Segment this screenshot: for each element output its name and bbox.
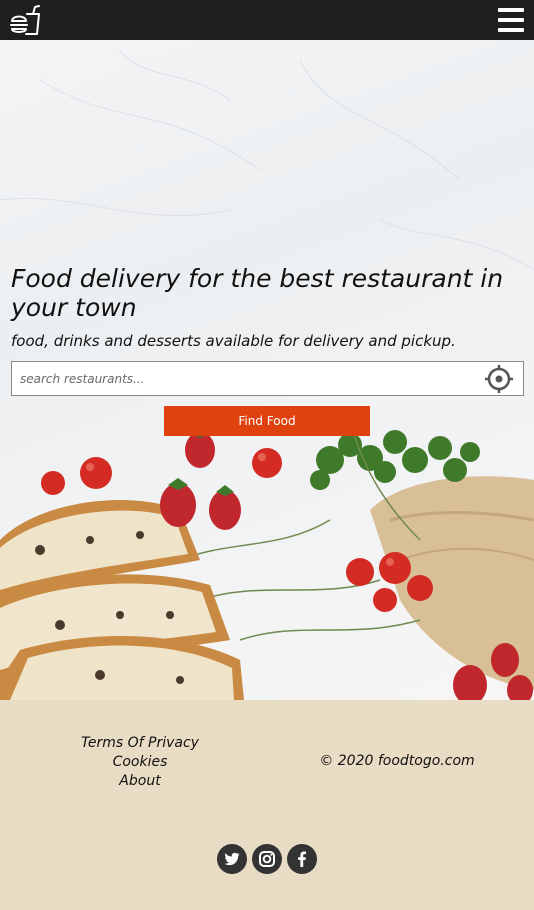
hero-headline: Food delivery for the best restaurant in… <box>11 264 504 322</box>
footer: Terms Of Privacy Cookies About © 2020 fo… <box>0 700 534 910</box>
footer-link-cookies[interactable]: Cookies <box>40 753 240 772</box>
footer-links: Terms Of Privacy Cookies About <box>40 734 240 791</box>
find-food-button[interactable]: Find Food <box>164 406 370 436</box>
crosshair-location-icon[interactable] <box>484 364 514 394</box>
footer-link-terms[interactable]: Terms Of Privacy <box>40 734 240 753</box>
search-bar <box>11 361 524 396</box>
hero-subline: food, drinks and desserts available for … <box>11 332 456 350</box>
facebook-icon[interactable] <box>287 844 317 874</box>
search-input[interactable] <box>12 362 482 395</box>
hero-section: Food delivery for the best restaurant in… <box>0 40 534 700</box>
top-nav-bar <box>0 0 534 40</box>
burger-drink-icon[interactable] <box>9 4 41 36</box>
copyright-text: © 2020 foodtogo.com <box>319 753 475 769</box>
instagram-icon[interactable] <box>252 844 282 874</box>
footer-link-about[interactable]: About <box>40 772 240 791</box>
twitter-icon[interactable] <box>217 844 247 874</box>
hamburger-menu-icon[interactable] <box>498 8 524 32</box>
